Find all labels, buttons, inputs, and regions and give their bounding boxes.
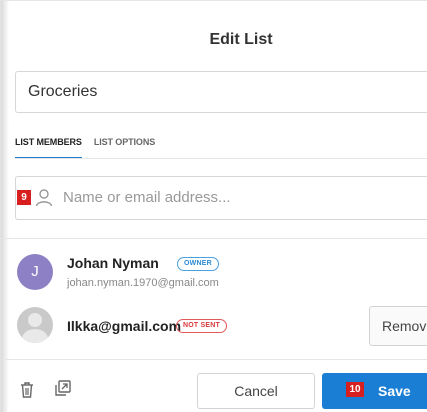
member-email: johan.nyman.1970@gmail.com: [67, 277, 219, 289]
save-button-label: Save: [378, 383, 411, 399]
person-icon: [35, 189, 53, 207]
members-top-divider: [1, 238, 427, 239]
add-member-placeholder: Name or email address...: [63, 189, 231, 206]
tab-list-members[interactable]: LIST MEMBERS: [15, 137, 82, 159]
save-button[interactable]: 10 Save: [322, 373, 427, 409]
share-icon[interactable]: [53, 378, 73, 398]
avatar-head-shape: [28, 313, 42, 327]
avatar-body-shape: [22, 329, 48, 343]
cancel-button[interactable]: Cancel: [197, 373, 315, 409]
avatar: [17, 307, 53, 343]
dialog-shadow: [1, 1, 9, 412]
remove-member-button[interactable]: Remov: [369, 306, 427, 346]
step-badge-9: 9: [17, 190, 31, 205]
tab-list-options[interactable]: LIST OPTIONS: [94, 137, 155, 159]
trash-icon[interactable]: [17, 380, 37, 400]
edit-list-dialog: Edit List Groceries LIST MEMBERS LIST OP…: [0, 0, 427, 412]
dialog-title: Edit List: [209, 31, 273, 48]
member-name: Ilkka@gmail.com: [67, 318, 182, 334]
step-badge-10: 10: [346, 382, 364, 397]
member-name: Johan Nyman: [67, 255, 159, 271]
footer-divider: [1, 359, 427, 360]
not-sent-badge: NOT SENT: [176, 319, 227, 333]
avatar: J: [17, 254, 53, 290]
owner-badge: OWNER: [177, 257, 219, 271]
tab-bar: LIST MEMBERS LIST OPTIONS: [15, 137, 167, 159]
add-member-input[interactable]: 9 Name or email address...: [15, 176, 427, 220]
tabs-divider: [15, 158, 427, 159]
list-name-input[interactable]: Groceries: [15, 71, 427, 113]
